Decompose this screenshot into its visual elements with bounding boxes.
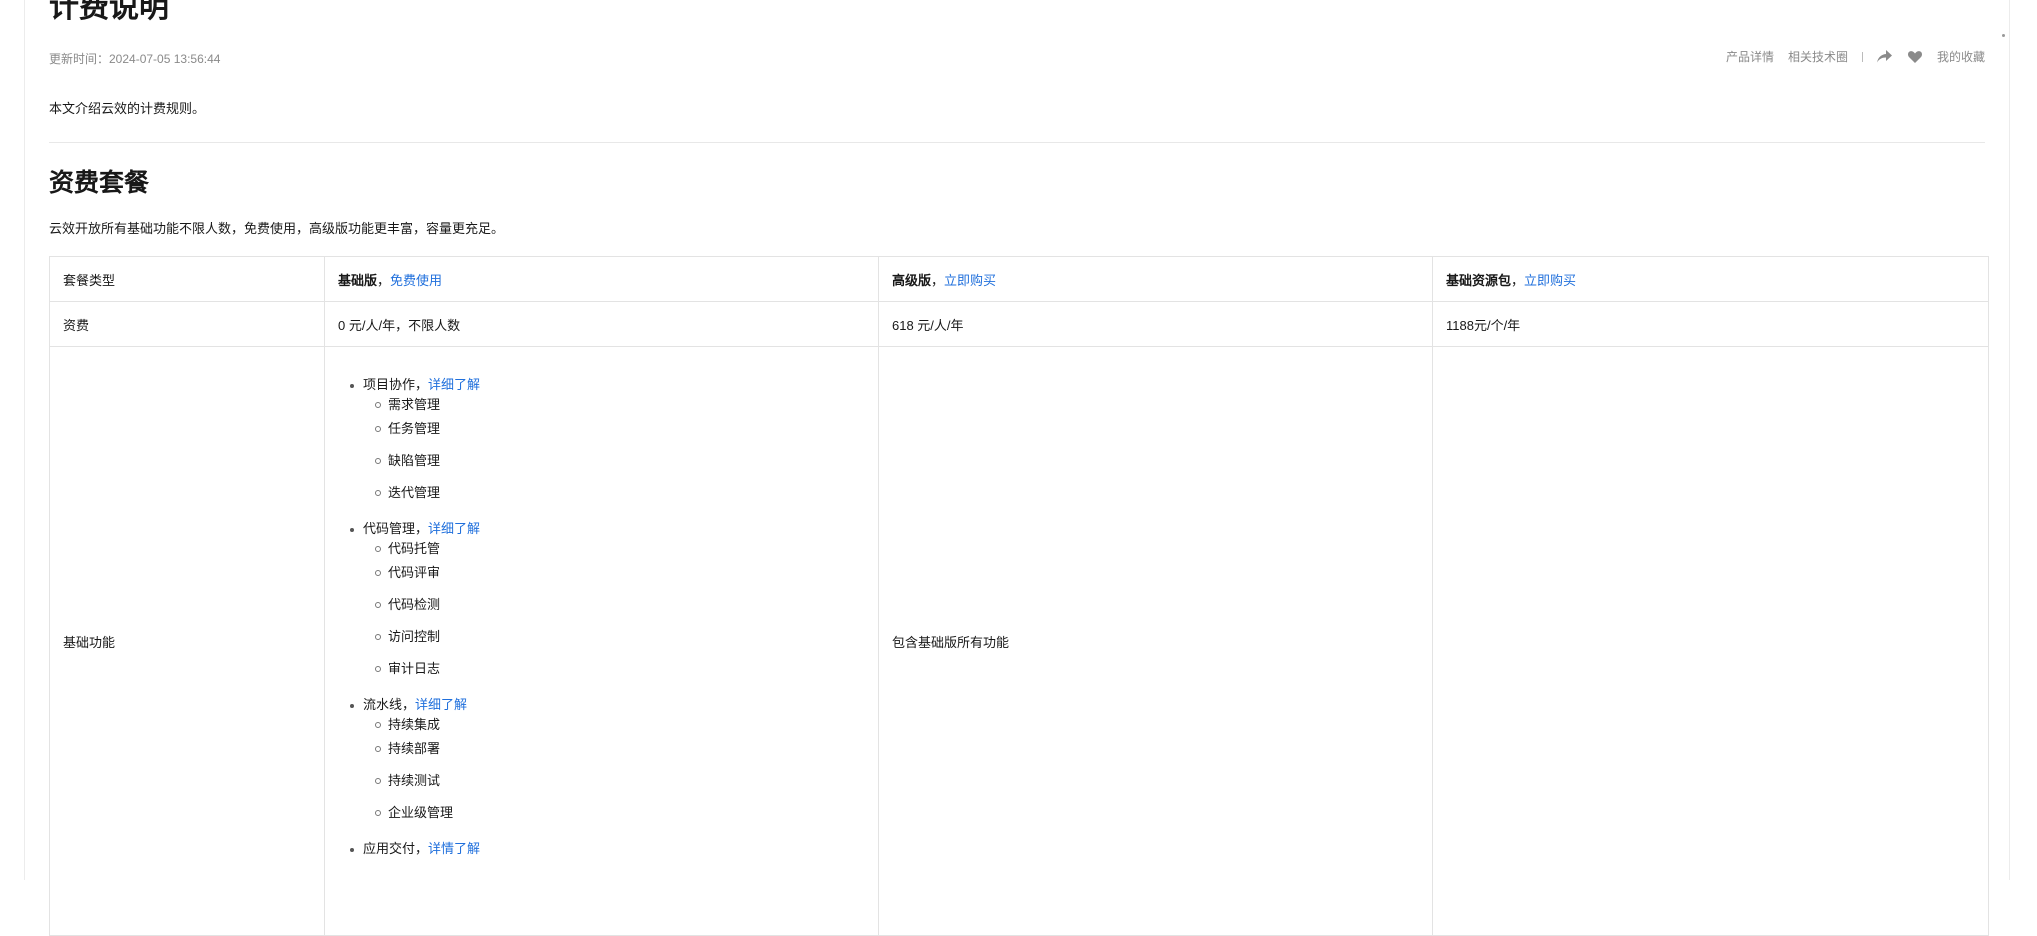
feature-list: 项目协作，详细了解 需求管理 任务管理 缺陷管理 迭代管理 代码管理，详细了解 代码托管 代码… <box>338 375 865 859</box>
feature-sublist: 代码托管 代码评审 代码检测 访问控制 审计日志 <box>363 539 865 691</box>
separator: ， <box>931 272 945 288</box>
section-description: 云效开放所有基础功能不限人数，免费使用，高级版功能更丰富，容量更充足。 <box>49 221 505 236</box>
feature-group: 流水线，详细了解持续集成 持续部署 持续测试 企业级管理 <box>350 695 865 835</box>
feature-item: 持续集成 <box>375 715 865 739</box>
feature-group-name: 流水线， <box>363 697 416 712</box>
buy-pack-link[interactable]: 立即购买 <box>1524 273 1576 288</box>
share-icon[interactable] <box>1877 49 1893 65</box>
divider <box>1861 51 1863 62</box>
feature-item: 企业级管理 <box>375 803 865 835</box>
header-cell-basic: 基础版，免费使用 <box>324 256 879 302</box>
plan-name-pack: 基础资源包 <box>1446 272 1512 288</box>
document-page: 计费说明 更新时间：2024-07-05 13:56:44 产品详情 相关技术圈… <box>24 0 2010 936</box>
section-divider <box>49 142 1985 143</box>
header-cell-advanced: 高级版，立即购买 <box>878 256 1433 302</box>
feature-item: 任务管理 <box>375 419 865 451</box>
heart-icon[interactable] <box>1907 49 1923 65</box>
feature-item: 迭代管理 <box>375 483 865 515</box>
feature-sublist: 持续集成 持续部署 持续测试 企业级管理 <box>363 715 865 835</box>
feature-item: 访问控制 <box>375 627 865 659</box>
feature-group-name: 项目协作， <box>363 377 429 392</box>
buy-advanced-link[interactable]: 立即购买 <box>944 273 996 288</box>
table-cell: 0 元/人/年，不限人数 <box>324 301 879 347</box>
pricing-table: 套餐类型 基础版，免费使用 高级版，立即购买 基础资源包，立即购买 资费 0 元… <box>49 256 1989 936</box>
favorites-link[interactable]: 我的收藏 <box>1937 48 1985 65</box>
feature-detail-link[interactable]: 详细了解 <box>415 697 467 712</box>
feature-sublist: 需求管理 任务管理 缺陷管理 迭代管理 <box>363 395 865 515</box>
feature-item: 需求管理 <box>375 395 865 419</box>
plan-name-basic: 基础版 <box>338 272 378 288</box>
table-cell: 包含基础版所有功能 <box>878 346 1433 936</box>
feature-group: 代码管理，详细了解代码托管 代码评审 代码检测 访问控制 审计日志 <box>350 519 865 691</box>
table-cell: 基础功能 <box>49 346 325 936</box>
feature-item: 持续测试 <box>375 771 865 803</box>
feature-detail-link[interactable]: 详细了解 <box>428 377 480 392</box>
feature-item: 缺陷管理 <box>375 451 865 483</box>
meta-bar: 更新时间：2024-07-05 13:56:44 产品详情 相关技术圈 我的收藏 <box>49 48 1985 68</box>
feature-group: 项目协作，详细了解需求管理 任务管理 缺陷管理 迭代管理 <box>350 375 865 515</box>
separator: ， <box>1511 272 1525 288</box>
tech-circle-link[interactable]: 相关技术圈 <box>1788 48 1848 65</box>
free-use-link[interactable]: 免费使用 <box>390 273 442 288</box>
feature-item: 持续部署 <box>375 739 865 771</box>
plan-name-advanced: 高级版 <box>892 272 932 288</box>
table-row-price: 资费 0 元/人/年，不限人数 618 元/人/年 1188元/个/年 <box>49 301 1989 347</box>
table-header-row: 套餐类型 基础版，免费使用 高级版，立即购买 基础资源包，立即购买 <box>49 256 1989 302</box>
feature-item: 代码检测 <box>375 595 865 627</box>
page-title: 计费说明 <box>49 0 169 24</box>
header-cell-type: 套餐类型 <box>49 256 325 302</box>
feature-group: 应用交付，详情了解 <box>350 839 865 859</box>
header-cell-pack: 基础资源包，立即购买 <box>1432 256 1989 302</box>
feature-detail-link[interactable]: 详情了解 <box>428 841 480 856</box>
feature-item: 代码评审 <box>375 563 865 595</box>
feature-detail-link[interactable]: 详细了解 <box>428 521 480 536</box>
feature-list-cell: 项目协作，详细了解 需求管理 任务管理 缺陷管理 迭代管理 代码管理，详细了解 代码托管 代码… <box>324 346 879 936</box>
table-cell <box>1432 346 1989 936</box>
intro-text: 本文介绍云效的计费规则。 <box>49 101 206 116</box>
scroll-indicator <box>2002 34 2005 37</box>
feature-item: 代码托管 <box>375 539 865 563</box>
table-row-features: 基础功能 项目协作，详细了解 需求管理 任务管理 缺陷管理 迭代管理 代码管理，详细了解代… <box>49 346 1989 936</box>
header-label: 套餐类型 <box>63 272 116 288</box>
separator: ， <box>377 272 391 288</box>
meta-actions: 产品详情 相关技术圈 我的收藏 <box>1726 48 1985 65</box>
section-title: 资费套餐 <box>49 169 150 197</box>
feature-item: 审计日志 <box>375 659 865 691</box>
update-time: 更新时间：2024-07-05 13:56:44 <box>49 52 221 66</box>
feature-group-name: 代码管理， <box>363 521 429 536</box>
product-detail-link[interactable]: 产品详情 <box>1726 48 1774 65</box>
table-cell: 618 元/人/年 <box>878 301 1433 347</box>
feature-group-name: 应用交付， <box>363 841 429 856</box>
table-cell: 1188元/个/年 <box>1432 301 1989 347</box>
table-cell: 资费 <box>49 301 325 347</box>
